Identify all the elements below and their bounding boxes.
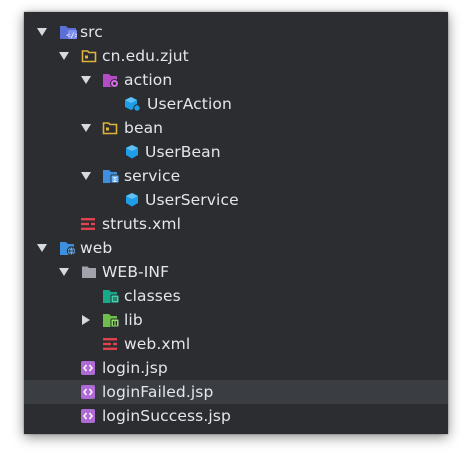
- jsp-file-icon: [80, 360, 96, 376]
- tree-item-user-action[interactable]: UserAction: [24, 92, 448, 116]
- project-tree-panel: </> src cn.edu.zjut action UserAction be…: [24, 12, 448, 434]
- tree-item-package[interactable]: cn.edu.zjut: [24, 44, 448, 68]
- tree-item-label: web.xml: [124, 335, 191, 353]
- class-icon: [124, 192, 140, 208]
- tree-item-label: loginFailed.jsp: [102, 383, 214, 401]
- tree-item-label: UserService: [145, 191, 239, 209]
- library-folder-icon: [102, 312, 120, 328]
- tree-item-label: loginSuccess.jsp: [102, 407, 231, 425]
- source-folder-icon: </>: [59, 24, 77, 40]
- tree-item-user-service[interactable]: UserService: [24, 188, 448, 212]
- chevron-down-icon[interactable]: [36, 26, 48, 38]
- tree-item-label: UserBean: [145, 143, 221, 161]
- jsp-file-icon: [80, 408, 96, 424]
- xml-file-icon: [80, 216, 96, 232]
- tree-item-login-jsp[interactable]: login.jsp: [24, 356, 448, 380]
- chevron-down-icon[interactable]: [80, 170, 92, 182]
- tree-item-src[interactable]: </> src: [24, 20, 448, 44]
- chevron-down-icon[interactable]: [36, 242, 48, 254]
- jsp-file-icon: [80, 384, 96, 400]
- tree-item-label: UserAction: [147, 95, 232, 113]
- tree-item-action[interactable]: action: [24, 68, 448, 92]
- tree-item-user-bean[interactable]: UserBean: [24, 140, 448, 164]
- tree-item-lib[interactable]: lib: [24, 308, 448, 332]
- tree-item-label: action: [124, 71, 173, 89]
- svg-text:Σ: Σ: [113, 176, 117, 184]
- tree-item-label: login.jsp: [102, 359, 168, 377]
- tree-item-label: web: [80, 239, 113, 257]
- tree-item-web[interactable]: web: [24, 236, 448, 260]
- chevron-down-icon[interactable]: [58, 50, 70, 62]
- tree-item-label: src: [80, 23, 103, 41]
- chevron-down-icon[interactable]: [58, 266, 70, 278]
- service-folder-icon: Σ: [102, 168, 120, 184]
- action-folder-icon: [102, 72, 119, 88]
- tree-item-label: lib: [124, 311, 143, 329]
- folder-icon: [81, 264, 97, 280]
- chevron-down-icon[interactable]: [80, 122, 92, 134]
- tree-item-label: WEB-INF: [102, 263, 170, 281]
- tree-item-web-xml[interactable]: web.xml: [24, 332, 448, 356]
- tree-item-label: struts.xml: [102, 215, 182, 233]
- tree-item-login-success-jsp[interactable]: loginSuccess.jsp: [24, 404, 448, 428]
- web-folder-icon: [59, 240, 77, 256]
- tree-item-service[interactable]: Σ service: [24, 164, 448, 188]
- classes-folder-icon: [102, 288, 120, 304]
- chevron-right-icon[interactable]: [80, 314, 92, 326]
- tree-item-label: classes: [124, 287, 181, 305]
- package-folder-icon: [102, 120, 118, 136]
- tree-item-label: cn.edu.zjut: [102, 47, 189, 65]
- chevron-down-icon[interactable]: [80, 74, 92, 86]
- tree-item-login-failed-jsp[interactable]: loginFailed.jsp: [24, 380, 448, 404]
- svg-text:</>: </>: [66, 32, 77, 40]
- package-folder-icon: [81, 48, 97, 64]
- tree-item-bean[interactable]: bean: [24, 116, 448, 140]
- tree-item-label: service: [124, 167, 181, 185]
- tree-item-classes[interactable]: classes: [24, 284, 448, 308]
- class-icon: [124, 96, 141, 112]
- tree-item-web-inf[interactable]: WEB-INF: [24, 260, 448, 284]
- tree-item-struts-xml[interactable]: struts.xml: [24, 212, 448, 236]
- tree-item-label: bean: [124, 119, 164, 137]
- class-icon: [124, 144, 140, 160]
- xml-file-icon: [102, 336, 118, 352]
